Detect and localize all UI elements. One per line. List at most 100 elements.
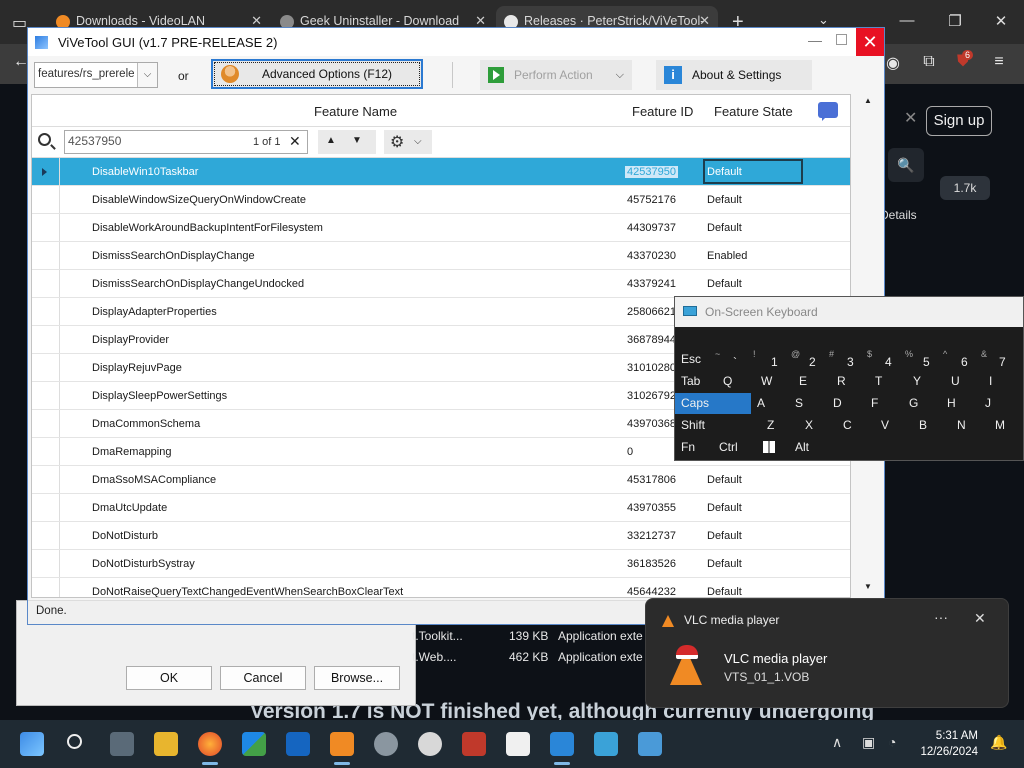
file-explorer-icon[interactable] bbox=[154, 732, 178, 756]
about-settings-button[interactable]: i About & Settings bbox=[656, 60, 812, 90]
row-indicator[interactable] bbox=[32, 158, 60, 185]
osk-key[interactable]: Esc bbox=[675, 349, 711, 370]
task-view-icon[interactable] bbox=[110, 732, 134, 756]
osk-key[interactable]: E bbox=[793, 371, 831, 392]
osk-key[interactable]: #3 bbox=[825, 349, 863, 370]
column-feature-name[interactable]: Feature Name bbox=[314, 104, 397, 119]
osk-key[interactable]: I bbox=[983, 371, 1021, 392]
settings-icon[interactable] bbox=[374, 732, 398, 756]
row-indicator[interactable] bbox=[32, 354, 60, 381]
osk-key[interactable]: Tab bbox=[675, 371, 717, 392]
table-row[interactable]: DisableWindowSizeQueryOnWindowCreate 4575… bbox=[32, 186, 850, 214]
osk-key[interactable]: D bbox=[827, 393, 865, 414]
osk-key[interactable]: Caps bbox=[675, 393, 751, 414]
osk-key[interactable]: ~ ` bbox=[711, 349, 749, 370]
menu-icon[interactable]: ≡ bbox=[988, 53, 1010, 71]
osk-key[interactable] bbox=[751, 437, 789, 458]
feature-state-cell[interactable]: Default bbox=[707, 166, 742, 178]
table-row[interactable]: DoNotDisturbSystray 36183526 Default bbox=[32, 550, 850, 578]
osk-key[interactable]: W bbox=[755, 371, 793, 392]
osk-key[interactable]: Fn bbox=[675, 437, 713, 458]
vlc-notification[interactable]: VLC media player ··· ✕ VLC media player … bbox=[645, 598, 1009, 708]
vivetool-taskbar-icon[interactable] bbox=[550, 732, 574, 765]
table-row[interactable]: DoNotRaiseQueryTextChangedEventWhenSearc… bbox=[32, 578, 850, 597]
browse-button[interactable]: Browse... bbox=[314, 666, 400, 690]
row-indicator[interactable] bbox=[32, 214, 60, 241]
taskbar-clock[interactable]: 5:31 AM 12/26/2024 bbox=[916, 728, 978, 760]
chevron-down-icon[interactable]: ⌵ bbox=[616, 60, 624, 90]
app-icon[interactable] bbox=[418, 732, 442, 756]
table-row[interactable]: DismissSearchOnDisplayChangeUndocked 4337… bbox=[32, 270, 850, 298]
banner-close-icon[interactable]: ✕ bbox=[904, 108, 917, 128]
row-indicator[interactable] bbox=[32, 298, 60, 325]
table-row[interactable]: DmaSsoMSACompliance 45317806 Default bbox=[32, 466, 850, 494]
row-indicator[interactable] bbox=[32, 382, 60, 409]
osk-key[interactable]: H bbox=[941, 393, 979, 414]
tab-list-chevron-icon[interactable]: ⌄ bbox=[818, 12, 829, 28]
browser-minimize-icon[interactable]: — bbox=[892, 12, 922, 29]
table-row[interactable]: DisableWin10Taskbar 42537950 Default bbox=[32, 158, 850, 186]
app-window-icon[interactable] bbox=[638, 732, 662, 756]
row-indicator[interactable] bbox=[32, 326, 60, 353]
tray-chevron-icon[interactable]: ∧ bbox=[832, 734, 842, 751]
column-feature-state[interactable]: Feature State bbox=[714, 104, 793, 119]
scroll-down-icon[interactable]: ▼ bbox=[864, 582, 872, 591]
table-row[interactable]: DmaUtcUpdate 43970355 Default bbox=[32, 494, 850, 522]
osk-key[interactable]: Shift bbox=[675, 415, 761, 436]
osk-key[interactable]: M bbox=[989, 415, 1023, 436]
row-indicator[interactable] bbox=[32, 242, 60, 269]
notification-bell-icon[interactable]: 🔔 bbox=[990, 734, 1007, 751]
ok-button[interactable]: OK bbox=[126, 666, 212, 690]
table-row[interactable]: DoNotDisturb 33212737 Default bbox=[32, 522, 850, 550]
details-link[interactable]: Details bbox=[880, 208, 917, 222]
signup-button[interactable]: Sign up bbox=[926, 106, 992, 136]
row-indicator[interactable] bbox=[32, 550, 60, 577]
search-prev-icon[interactable]: ▲ bbox=[326, 135, 336, 146]
osk-key[interactable]: N bbox=[951, 415, 989, 436]
star-count-badge[interactable]: 1.7k bbox=[940, 176, 990, 200]
geek-uninstaller-icon[interactable] bbox=[462, 732, 486, 756]
osk-key[interactable]: Q bbox=[717, 371, 755, 392]
osk-key[interactable]: Ctrl bbox=[713, 437, 751, 458]
minimize-icon[interactable]: — bbox=[808, 32, 822, 48]
osk-taskbar-icon[interactable] bbox=[594, 732, 618, 756]
cancel-button[interactable]: Cancel bbox=[220, 666, 306, 690]
search-input[interactable] bbox=[68, 134, 248, 148]
osk-key[interactable]: Alt bbox=[789, 437, 827, 458]
search-box[interactable]: 1 of 1 ✕ bbox=[64, 130, 308, 154]
row-indicator[interactable] bbox=[32, 438, 60, 465]
row-indicator[interactable] bbox=[32, 466, 60, 493]
row-indicator[interactable] bbox=[32, 410, 60, 437]
osk-key[interactable]: & 7 bbox=[977, 349, 1015, 370]
browser-restore-icon[interactable]: ❐ bbox=[940, 12, 970, 30]
firefox-icon[interactable] bbox=[198, 732, 222, 765]
table-row[interactable]: DismissSearchOnDisplayChange 43370230 Enab… bbox=[32, 242, 850, 270]
osk-key[interactable]: ! 1 bbox=[749, 349, 787, 370]
comment-icon[interactable] bbox=[818, 102, 838, 121]
osk-key[interactable]: T bbox=[869, 371, 907, 392]
osk-key[interactable]: G bbox=[903, 393, 941, 414]
osk-key[interactable]: $4 bbox=[863, 349, 901, 370]
column-feature-id[interactable]: Feature ID bbox=[632, 104, 693, 119]
row-indicator[interactable] bbox=[32, 270, 60, 297]
7zip-icon[interactable] bbox=[506, 732, 530, 756]
row-indicator[interactable] bbox=[32, 186, 60, 213]
osk-key[interactable]: % 5 bbox=[901, 349, 939, 370]
advanced-options-button[interactable]: Advanced Options (F12) bbox=[211, 59, 423, 89]
osk-key[interactable]: B bbox=[913, 415, 951, 436]
osk-key[interactable]: Y bbox=[907, 371, 945, 392]
search-icon[interactable]: 🔍 bbox=[888, 148, 924, 182]
start-icon[interactable] bbox=[20, 732, 44, 756]
outlook-icon[interactable] bbox=[286, 732, 310, 756]
osk-key[interactable]: S bbox=[789, 393, 827, 414]
row-indicator[interactable] bbox=[32, 494, 60, 521]
osk-key[interactable]: R bbox=[831, 371, 869, 392]
osk-key[interactable]: A bbox=[751, 393, 789, 414]
branch-combobox[interactable]: features/rs_prerele ⌵ bbox=[34, 62, 158, 88]
close-icon[interactable]: ✕ bbox=[856, 28, 884, 56]
osk-key[interactable]: J bbox=[979, 393, 1017, 414]
extensions-icon[interactable]: ⧉ bbox=[918, 53, 940, 71]
osk-key[interactable]: X bbox=[799, 415, 837, 436]
close-icon[interactable]: ✕ bbox=[974, 610, 986, 627]
osk-key[interactable]: ^ 6 bbox=[939, 349, 977, 370]
